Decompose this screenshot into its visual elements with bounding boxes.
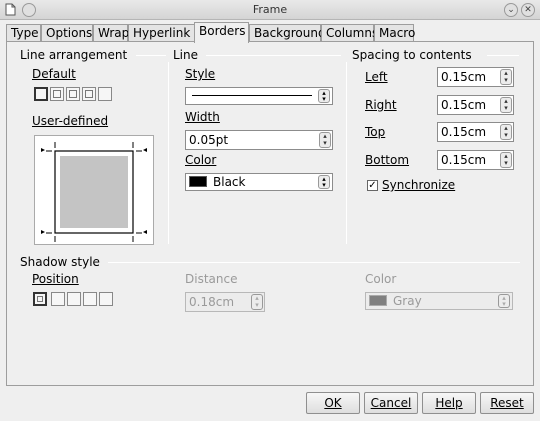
close-button[interactable]: ✕ [521, 3, 535, 17]
shadow-bottom-right[interactable] [51, 292, 65, 306]
spacing-top-label: Top [365, 125, 386, 139]
border-preview[interactable] [34, 135, 154, 245]
border-preview-graphic [41, 142, 147, 242]
tab-borders[interactable]: Borders [194, 22, 249, 43]
line-color-value: Black [213, 175, 246, 189]
divider [346, 62, 347, 244]
tab-type[interactable]: Type [6, 24, 41, 42]
chevron-updown-icon: ▴ ▾ [318, 89, 330, 103]
spacing-right-value: 0.15cm [441, 98, 487, 112]
preset-glyph [85, 90, 93, 98]
shadow-bottom-left[interactable] [83, 292, 97, 306]
line-width-spinner[interactable]: ▴ ▾ [319, 132, 331, 148]
shadow-distance-value: 0.18cm [189, 295, 235, 309]
shadow-distance-spinner[interactable]: ▴ ▾ [251, 294, 263, 310]
divider [206, 55, 341, 56]
spacing-left-value: 0.15cm [441, 70, 487, 84]
line-style-sample [192, 95, 312, 96]
shadow-position-label: Position [32, 272, 79, 286]
preset-left-right[interactable] [82, 87, 96, 101]
line-color-label: Color [185, 153, 217, 167]
ok-button[interactable]: OK [306, 392, 360, 414]
chevron-updown-icon: ▴ ▾ [318, 175, 330, 189]
preset-glyph [69, 90, 77, 98]
spacing-left-spinner[interactable]: ▴ ▾ [500, 69, 512, 85]
line-style-select[interactable]: ▴ ▾ [185, 87, 333, 105]
tab-options[interactable]: Options [41, 24, 93, 42]
divider [136, 55, 166, 56]
default-label: Default [32, 67, 76, 81]
tab-hyperlink[interactable]: Hyperlink [128, 24, 195, 42]
spacing-left-label: Left [365, 70, 388, 84]
spacing-top-input[interactable]: 0.15cm ▴ ▾ [437, 122, 514, 142]
spacing-left-input[interactable]: 0.15cm ▴ ▾ [437, 67, 514, 87]
spacing-top-value: 0.15cm [441, 125, 487, 139]
divider [487, 55, 519, 56]
reset-label: Reset [490, 396, 524, 410]
preset-no-borders[interactable] [34, 87, 48, 101]
check-icon: ✓ [368, 180, 377, 191]
line-color-select[interactable]: Black ▴ ▾ [185, 173, 333, 191]
shadow-none[interactable] [33, 292, 47, 306]
spacing-title: Spacing to contents [352, 48, 472, 62]
shadow-color-value: Gray [393, 294, 422, 308]
width-label: Width [185, 110, 220, 124]
cancel-button[interactable]: Cancel [364, 392, 418, 414]
spacing-right-input[interactable]: 0.15cm ▴ ▾ [437, 95, 514, 115]
shadow-distance-input[interactable]: 0.18cm ▴ ▾ [185, 292, 265, 312]
color-swatch [369, 295, 387, 306]
help-label: Help [435, 396, 463, 410]
help-button[interactable]: Help [422, 392, 476, 414]
line-width-value: 0.05pt [189, 133, 229, 147]
color-swatch [189, 176, 207, 187]
shadow-top-right[interactable] [67, 292, 81, 306]
preset-glyph [53, 90, 61, 98]
shadow-color-select[interactable]: Gray ▴ ▾ [365, 292, 513, 310]
line-width-input[interactable]: 0.05pt ▴ ▾ [185, 130, 333, 150]
shadow-style-title: Shadow style [20, 255, 100, 269]
tab-columns[interactable]: Columns [321, 24, 378, 42]
preset-outer-thick[interactable] [66, 87, 80, 101]
tab-wrap[interactable]: Wrap [93, 24, 129, 42]
synchronize-label: Synchronize [382, 178, 456, 192]
style-label: Style [185, 67, 216, 81]
window-title: Frame [252, 3, 288, 16]
divider [108, 262, 520, 263]
spacing-bottom-label: Bottom [365, 153, 410, 167]
spacing-right-spinner[interactable]: ▴ ▾ [500, 97, 512, 113]
line-title: Line [173, 48, 199, 62]
synchronize-checkbox[interactable]: ✓ [367, 180, 378, 191]
reset-button[interactable]: Reset [480, 392, 534, 414]
preset-glyph [37, 296, 43, 302]
cancel-label: Cancel [370, 396, 412, 410]
ok-label: OK [324, 396, 342, 410]
preset-outer-border[interactable] [50, 87, 64, 101]
chevron-updown-icon: ▴ ▾ [498, 294, 510, 308]
frame-dialog: Frame ⌄ ✕ Type Options Wrap Hyperlink Bo… [0, 0, 540, 421]
preset-left-only[interactable] [98, 87, 112, 101]
close-icon: ✕ [524, 5, 532, 15]
minimize-button[interactable]: ⌄ [504, 3, 518, 17]
chevron-down-icon: ⌄ [507, 5, 515, 15]
window-menu-button[interactable] [22, 3, 36, 17]
spacing-bottom-spinner[interactable]: ▴ ▾ [500, 152, 512, 168]
title-bar: Frame ⌄ ✕ [0, 0, 540, 20]
spacing-bottom-value: 0.15cm [441, 153, 487, 167]
spacing-bottom-input[interactable]: 0.15cm ▴ ▾ [437, 150, 514, 170]
spacing-top-spinner[interactable]: ▴ ▾ [500, 124, 512, 140]
user-defined-label: User-defined [32, 114, 109, 128]
tab-macro[interactable]: Macro [374, 24, 415, 42]
shadow-distance-label: Distance [185, 272, 238, 286]
divider [168, 62, 169, 244]
shadow-top-left[interactable] [99, 292, 113, 306]
shadow-color-label: Color [365, 272, 397, 286]
spacing-right-label: Right [365, 98, 397, 112]
tab-background[interactable]: Background [249, 24, 326, 42]
line-arrangement-title: Line arrangement [20, 48, 128, 62]
